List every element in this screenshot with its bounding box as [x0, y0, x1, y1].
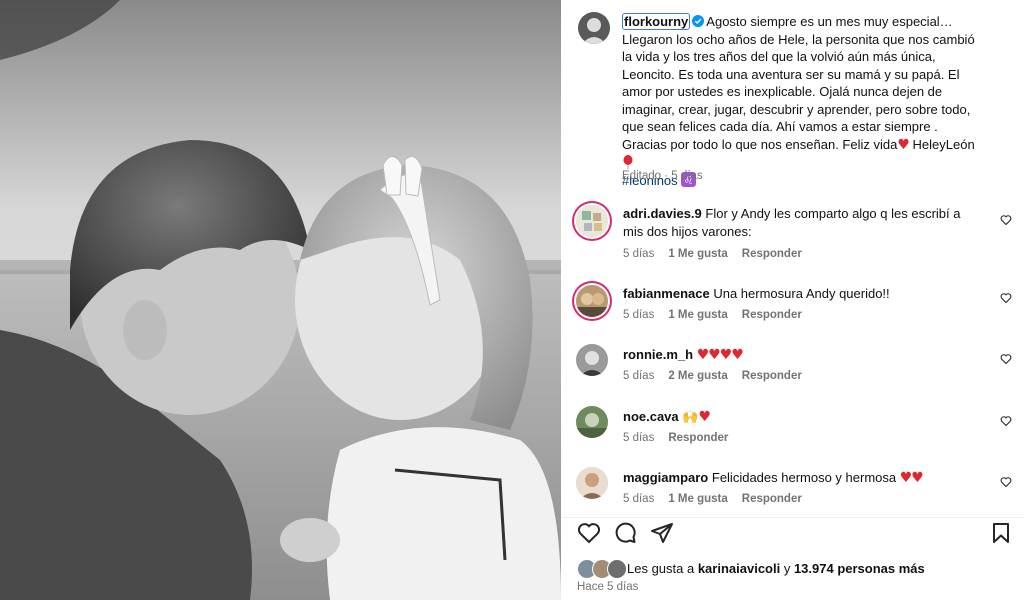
reply-button[interactable]: Responder: [742, 309, 802, 321]
red-heart-icon: ♥: [698, 409, 711, 425]
commenter-username[interactable]: noe.cava: [623, 409, 679, 424]
post-caption: florkourny Agosto siempre es un mes muy e…: [622, 13, 976, 189]
comment-like-icon[interactable]: [1000, 476, 1012, 488]
comment-time: 5 días: [623, 493, 655, 505]
comment-meta: 5 días 1 Me gusta Responder: [623, 493, 816, 505]
comment-body: Una hermosura Andy querido!!: [713, 286, 890, 301]
owner-avatar[interactable]: [578, 12, 610, 44]
comment-likes-link[interactable]: 1 Me gusta: [668, 248, 727, 260]
comment-text: ronnie.m_h ♥♥♥♥: [623, 346, 978, 365]
raising-hands-icon: 🙌: [682, 410, 699, 425]
comment-like-icon[interactable]: [1000, 415, 1012, 427]
comment-time: 5 días: [623, 309, 655, 321]
owner-username[interactable]: florkourny: [624, 14, 688, 29]
comment-likes-link[interactable]: 2 Me gusta: [668, 370, 727, 382]
commenter-avatar[interactable]: [576, 205, 608, 237]
comment-like-icon[interactable]: [1000, 353, 1012, 365]
paper-plane-icon[interactable]: [650, 521, 674, 545]
commenter-username[interactable]: adri.davies.9: [623, 206, 702, 221]
red-heart-icon: ♥: [897, 136, 910, 153]
edited-time: 5 días: [671, 170, 703, 182]
caption-meta: Editado · 5 días: [622, 170, 703, 182]
likes-middle: y: [780, 561, 794, 576]
comment-item: ronnie.m_h ♥♥♥♥ 5 días 2 Me gusta Responde…: [562, 344, 1024, 404]
comment-item: adri.davies.9 Flor y Andy les comparto a…: [562, 203, 1024, 263]
comment-item: noe.cava 🙌♥ 5 días Responder: [562, 406, 1024, 466]
commenter-avatar[interactable]: [576, 285, 608, 317]
comment-bubble-icon[interactable]: [613, 521, 637, 545]
post-details-panel: florkourny Agosto siempre es un mes muy e…: [562, 0, 1024, 600]
caption-tail: HeleyLeón: [908, 136, 975, 152]
reply-button[interactable]: Responder: [668, 432, 728, 444]
liker-username-link[interactable]: karinaiavicoli: [698, 561, 780, 576]
comment-likes-link[interactable]: 1 Me gusta: [668, 309, 727, 321]
bookmark-icon[interactable]: [989, 521, 1013, 545]
commenter-username[interactable]: fabianmenace: [623, 286, 710, 301]
comment-likes-link[interactable]: 1 Me gusta: [668, 493, 727, 505]
comment-time: 5 días: [623, 432, 655, 444]
commenter-username[interactable]: maggiamparo: [623, 470, 708, 485]
actions-divider: [562, 517, 1024, 518]
reply-button[interactable]: Responder: [742, 493, 802, 505]
comment-like-icon[interactable]: [1000, 292, 1012, 304]
comment-meta: 5 días 1 Me gusta Responder: [623, 309, 816, 321]
likes-prefix: Les gusta a: [627, 561, 698, 576]
owner-username-link[interactable]: florkourny: [622, 13, 691, 30]
commenter-avatar[interactable]: [576, 344, 608, 376]
comment-meta: 5 días 1 Me gusta Responder: [623, 248, 816, 260]
liker-avatar: [607, 559, 627, 579]
comment-time: 5 días: [623, 248, 655, 260]
caption-text: Agosto siempre es un mes muy especial… L…: [622, 14, 975, 152]
red-heart-icon: ♥♥: [899, 470, 924, 486]
reply-button[interactable]: Responder: [742, 370, 802, 382]
red-heart-icon: ♥♥♥♥: [696, 347, 744, 363]
comment-text: noe.cava 🙌♥: [623, 408, 978, 427]
comment-body: Felicidades hermoso y hermosa: [711, 470, 897, 485]
likes-summary: Les gusta a karinaiavicoli y 13.974 pers…: [627, 561, 925, 576]
post-image: [0, 0, 561, 600]
post-timestamp[interactable]: Hace 5 días: [577, 581, 638, 593]
comment-text: fabianmenace Una hermosura Andy querido!…: [623, 285, 978, 303]
commenter-avatar[interactable]: [576, 406, 608, 438]
comment-text: maggiamparo Felicidades hermoso y hermos…: [623, 469, 978, 488]
red-balloon-icon: [623, 155, 633, 169]
post-photo[interactable]: [0, 0, 561, 600]
heart-outline-icon[interactable]: [577, 521, 601, 545]
comment-meta: 5 días 2 Me gusta Responder: [623, 370, 816, 382]
commenter-username[interactable]: ronnie.m_h: [623, 347, 693, 362]
commenter-avatar[interactable]: [576, 467, 608, 499]
comment-item: maggiamparo Felicidades hermoso y hermos…: [562, 467, 1024, 527]
comment-like-icon[interactable]: [1000, 214, 1012, 226]
edited-label: Editado: [622, 170, 662, 182]
comment-meta: 5 días Responder: [623, 432, 742, 444]
comment-time: 5 días: [623, 370, 655, 382]
comment-item: fabianmenace Una hermosura Andy querido!…: [562, 283, 1024, 343]
likes-count-link[interactable]: 13.974 personas más: [794, 561, 925, 576]
comment-text: adri.davies.9 Flor y Andy les comparto a…: [623, 205, 978, 240]
reply-button[interactable]: Responder: [742, 248, 802, 260]
verified-badge-icon: [692, 15, 705, 27]
